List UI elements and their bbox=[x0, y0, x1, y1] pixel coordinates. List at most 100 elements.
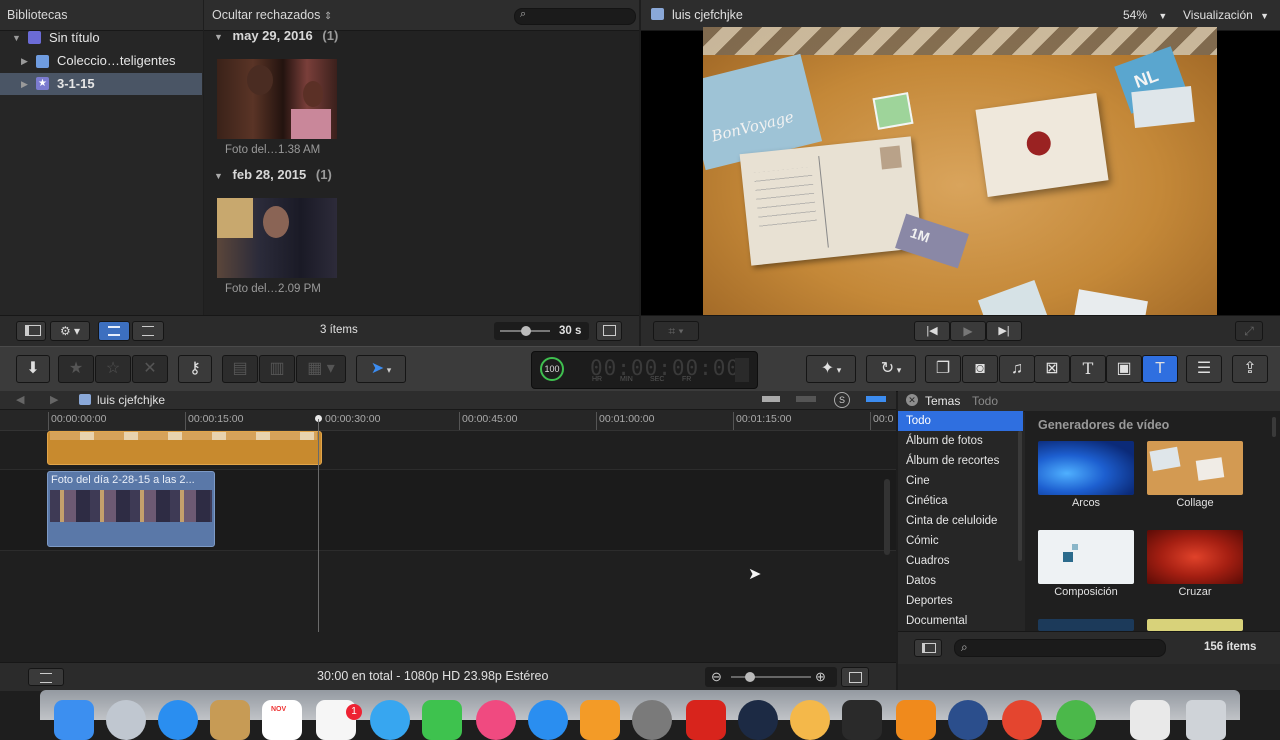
import-button[interactable]: ⬇ bbox=[16, 355, 50, 383]
timeline-ruler[interactable]: 00:00:00:00 00:00:15:00 00:00:30:00 00:0… bbox=[0, 410, 896, 431]
generator-thumb-collage[interactable] bbox=[1147, 441, 1243, 495]
category-item[interactable]: Cinta de celuloide bbox=[898, 511, 1023, 531]
category-item[interactable]: Álbum de recortes bbox=[898, 451, 1023, 471]
system-preferences-icon[interactable] bbox=[632, 700, 672, 740]
date-group-header[interactable]: ▼ may 29, 2016 (1) bbox=[214, 28, 338, 43]
slider-knob[interactable] bbox=[745, 672, 755, 682]
category-item[interactable]: Datos bbox=[898, 571, 1023, 591]
timeline-scrollbar[interactable] bbox=[884, 479, 890, 555]
disclosure-closed-icon[interactable]: ▶ bbox=[21, 50, 28, 72]
transitions-browser-button[interactable]: ⊠ bbox=[1034, 355, 1070, 383]
category-item[interactable]: Cómic bbox=[898, 531, 1023, 551]
category-scrollbar[interactable] bbox=[1018, 431, 1022, 561]
generator-thumb-partial[interactable] bbox=[1038, 619, 1134, 631]
favorite-button[interactable]: ★ bbox=[58, 355, 94, 383]
zoom-popup[interactable]: 54% ▼ bbox=[1123, 8, 1167, 22]
dashboard[interactable]: 100 00:00:00:00 HR MIN SEC FR bbox=[531, 351, 758, 389]
photos-icon[interactable] bbox=[790, 700, 830, 740]
category-item[interactable]: Álbum de fotos bbox=[898, 431, 1023, 451]
next-edit-button[interactable]: ▶| bbox=[986, 321, 1022, 341]
safari-icon[interactable] bbox=[158, 700, 198, 740]
vlc-icon[interactable] bbox=[896, 700, 936, 740]
search-field[interactable]: ⌕ bbox=[954, 639, 1166, 657]
list-view-button[interactable] bbox=[132, 321, 164, 341]
enhance-button[interactable]: ✦ ▾ bbox=[806, 355, 856, 383]
slider-knob[interactable] bbox=[521, 326, 531, 336]
app-icon[interactable] bbox=[948, 700, 988, 740]
generator-thumb-arcos[interactable] bbox=[1038, 441, 1134, 495]
clip-thumbnail[interactable] bbox=[217, 198, 337, 278]
disclosure-open-icon[interactable]: ▼ bbox=[214, 171, 223, 181]
launchpad-icon[interactable] bbox=[106, 700, 146, 740]
play-button[interactable]: ▶ bbox=[950, 321, 986, 341]
solo-icon[interactable] bbox=[796, 396, 816, 402]
connect-clip-button[interactable]: ▤ bbox=[222, 355, 258, 383]
category-item[interactable]: Cuadros bbox=[898, 551, 1023, 571]
app-icon[interactable] bbox=[1056, 700, 1096, 740]
search-field[interactable]: ⌕ bbox=[514, 8, 636, 25]
retime-button[interactable]: ↻ ▾ bbox=[866, 355, 916, 383]
calendar-icon[interactable]: NOV bbox=[262, 700, 302, 740]
timeline-index-button[interactable] bbox=[28, 668, 64, 686]
document-icon[interactable] bbox=[1130, 700, 1170, 740]
forward-arrow-icon[interactable]: ▶ bbox=[50, 393, 58, 406]
ibooks-icon[interactable] bbox=[580, 700, 620, 740]
audio-skimming-icon[interactable] bbox=[762, 396, 780, 402]
library-item-smart-collections[interactable]: ▶ Coleccio…teligentes bbox=[0, 50, 202, 72]
final-cut-icon[interactable] bbox=[842, 700, 882, 740]
share-button[interactable]: ⇪ bbox=[1232, 355, 1268, 383]
action-gear-button[interactable]: ⚙ ▾ bbox=[50, 321, 90, 341]
themes-browser-button[interactable]: T bbox=[1142, 355, 1178, 383]
filmstrip-view-button[interactable] bbox=[98, 321, 130, 341]
keyword-button[interactable]: ⚷ bbox=[178, 355, 212, 383]
generator-thumb-partial[interactable] bbox=[1147, 619, 1243, 631]
zoom-in-icon[interactable]: ⊕ bbox=[815, 669, 826, 685]
previous-edit-button[interactable]: |◀ bbox=[914, 321, 950, 341]
clip-skimming-icon[interactable] bbox=[866, 396, 886, 402]
filter-popup[interactable]: Ocultar rechazados ⇕ bbox=[212, 8, 332, 22]
select-tool-button[interactable]: ➤ ▾ bbox=[356, 355, 406, 383]
library-item-sin-titulo[interactable]: ▼ Sin título bbox=[0, 27, 202, 49]
library-item-event[interactable]: ▶ ★ 3-1-15 bbox=[0, 73, 202, 95]
close-icon[interactable]: ✕ bbox=[906, 394, 918, 406]
clip-appearance-button[interactable] bbox=[841, 667, 869, 687]
disclosure-open-icon[interactable]: ▼ bbox=[214, 32, 223, 42]
trash-icon[interactable] bbox=[1186, 700, 1226, 740]
tab-themes[interactable]: Temas bbox=[925, 394, 960, 408]
grid-scrollbar[interactable] bbox=[1272, 417, 1276, 437]
disclosure-open-icon[interactable]: ▼ bbox=[12, 27, 21, 49]
effects-browser-button[interactable]: ❐ bbox=[925, 355, 961, 383]
finder-icon[interactable] bbox=[54, 700, 94, 740]
crop-button[interactable]: ⌗ ▾ bbox=[653, 321, 699, 341]
titles-browser-button[interactable]: T bbox=[1070, 355, 1106, 383]
category-item[interactable]: Cinética bbox=[898, 491, 1023, 511]
messages-icon[interactable] bbox=[370, 700, 410, 740]
acrobat-icon[interactable] bbox=[686, 700, 726, 740]
inspector-button[interactable]: ☰ bbox=[1186, 355, 1222, 383]
category-item[interactable]: Deportes bbox=[898, 591, 1023, 611]
generator-thumb-composicion[interactable] bbox=[1038, 530, 1134, 584]
insert-clip-button[interactable]: ▥ bbox=[259, 355, 295, 383]
notes-icon[interactable] bbox=[210, 700, 250, 740]
photo-clip[interactable]: Foto del día 2-28-15 a las 2... bbox=[47, 471, 215, 547]
clip-duration-slider[interactable]: 30 s bbox=[494, 322, 589, 340]
theme-clip[interactable] bbox=[47, 431, 322, 465]
disclosure-closed-icon[interactable]: ▶ bbox=[21, 73, 28, 95]
zoom-slider[interactable]: ⊖ ⊕ bbox=[705, 667, 837, 687]
toggle-sidebar-button[interactable] bbox=[16, 321, 46, 341]
back-arrow-icon[interactable]: ◀ bbox=[16, 393, 24, 406]
toggle-sidebar-button[interactable] bbox=[914, 639, 942, 657]
append-clip-button[interactable]: ▦ ▾ bbox=[296, 355, 346, 383]
facetime-icon[interactable] bbox=[422, 700, 462, 740]
category-item[interactable]: Todo bbox=[898, 411, 1023, 431]
category-item[interactable]: Cine bbox=[898, 471, 1023, 491]
generators-browser-button[interactable]: ▣ bbox=[1106, 355, 1142, 383]
view-menu[interactable]: Visualización ▼ bbox=[1183, 8, 1269, 22]
zoom-out-icon[interactable]: ⊖ bbox=[711, 669, 722, 685]
generator-thumb-cruzar[interactable] bbox=[1147, 530, 1243, 584]
fullscreen-button[interactable]: ⤢ bbox=[1235, 321, 1263, 341]
date-group-header[interactable]: ▼ feb 28, 2015 (1) bbox=[214, 167, 332, 182]
photos-browser-button[interactable]: ◙ bbox=[962, 355, 998, 383]
clip-appearance-button[interactable] bbox=[596, 321, 622, 341]
playhead-line[interactable] bbox=[318, 419, 319, 632]
